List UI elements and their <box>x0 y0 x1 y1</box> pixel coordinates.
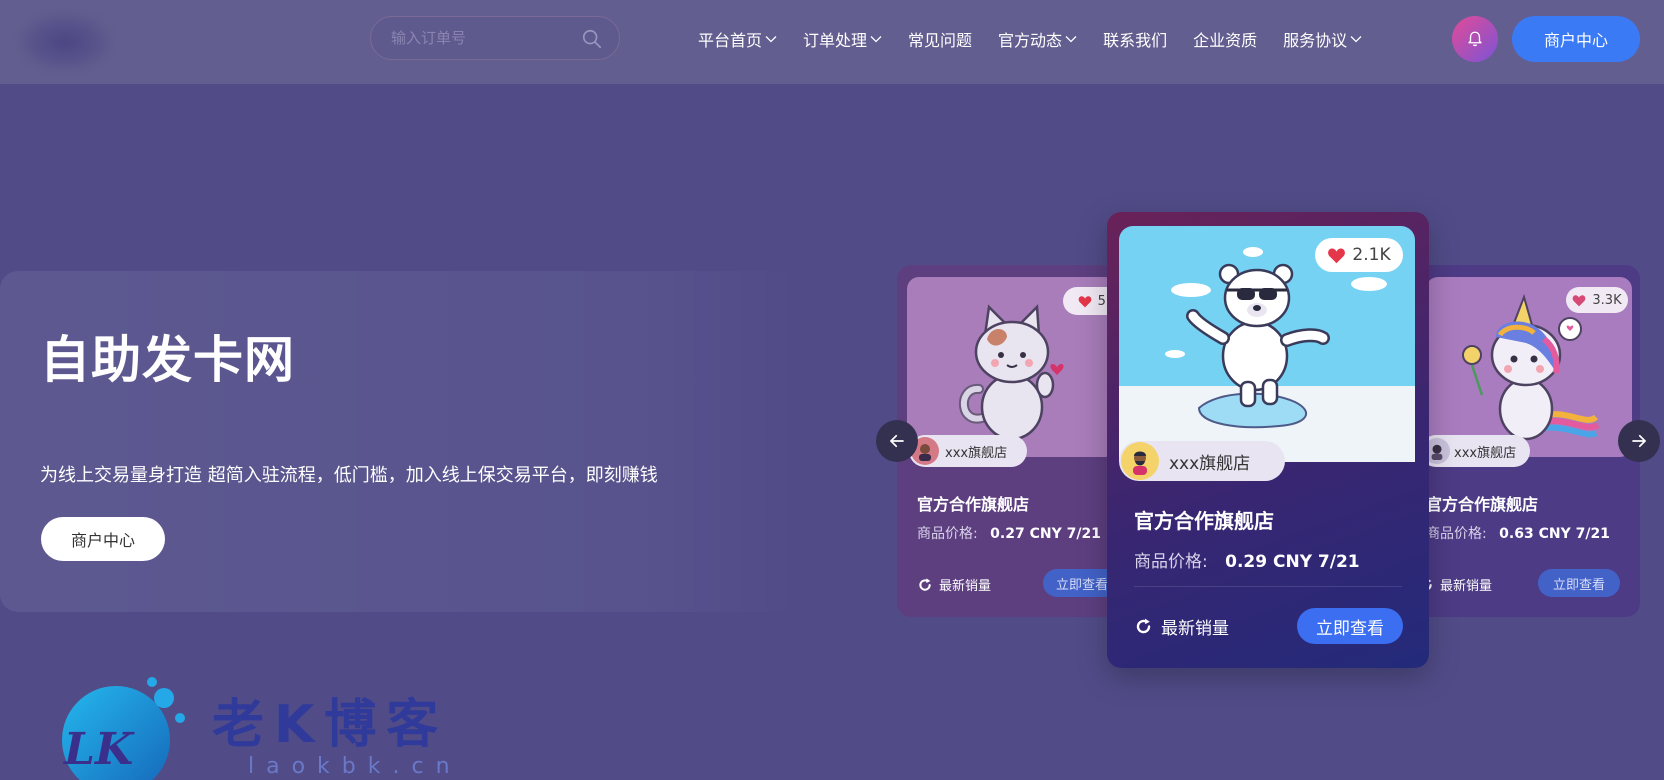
like-count: 2.1K <box>1352 245 1391 265</box>
watermark-url: laokbk.cn <box>248 754 462 779</box>
view-now-button[interactable]: 立即查看 <box>1297 608 1403 644</box>
latest-sales[interactable]: 最新销量 <box>1134 614 1229 639</box>
product-image: 5.3 <box>907 277 1117 457</box>
product-image: 2.1K <box>1119 226 1415 462</box>
price-label: 商品价格: <box>1134 552 1208 572</box>
site-logo[interactable] <box>20 14 110 70</box>
nav-item-contact[interactable]: 联系我们 <box>1103 27 1167 51</box>
search-box <box>370 16 620 60</box>
product-card-right[interactable]: 3.3K xxx旗舰店 官方合作旗舰店 商品价格: 0.63 CNY 7/21 … <box>1414 265 1640 617</box>
nav-item-home[interactable]: 平台首页 <box>698 27 777 51</box>
nav-item-qualification[interactable]: 企业资质 <box>1193 27 1257 51</box>
heart-icon <box>1328 247 1346 263</box>
shop-avatar <box>1121 442 1159 480</box>
like-count: 3.3K <box>1592 292 1622 308</box>
card-title: 官方合作旗舰店 <box>917 495 1030 514</box>
sales-label: 最新销量 <box>939 579 992 594</box>
like-counter[interactable]: 3.3K <box>1566 287 1628 313</box>
nav-item-label: 官方动态 <box>998 31 1063 50</box>
merchant-center-button[interactable]: 商户中心 <box>1512 16 1640 62</box>
chevron-down-icon <box>1350 36 1362 43</box>
card-title: 官方合作旗舰店 <box>1426 495 1539 514</box>
product-card-left[interactable]: 5.3 xxx旗舰店 官方合作旗舰店 商品价格: 0.27 CNY 7/21 最… <box>897 265 1125 617</box>
nav-item-label: 订单处理 <box>803 31 868 50</box>
header: 平台首页 订单处理 常见问题 官方动态 联系我们 企业资质 服务协议 <box>0 0 1664 84</box>
shop-name: xxx旗舰店 <box>1169 453 1251 474</box>
price-value: 0.63 CNY 7/21 <box>1499 526 1610 542</box>
price-label: 商品价格: <box>917 526 978 542</box>
shop-badge[interactable]: xxx旗舰店 <box>1119 441 1285 481</box>
price-row: 商品价格: 0.27 CNY 7/21 <box>917 523 1101 543</box>
chevron-down-icon <box>870 36 882 43</box>
heart-icon <box>1573 294 1586 306</box>
price-row: 商品价格: 0.29 CNY 7/21 <box>1134 547 1360 572</box>
price-row: 商品价格: 0.63 CNY 7/21 <box>1426 523 1610 543</box>
nav-item-label: 企业资质 <box>1193 31 1258 50</box>
carousel-next-button[interactable] <box>1618 420 1660 462</box>
shop-name: xxx旗舰店 <box>945 445 1008 461</box>
nav-item-orders[interactable]: 订单处理 <box>803 27 882 51</box>
nav-item-news[interactable]: 官方动态 <box>998 27 1077 51</box>
carousel-prev-button[interactable] <box>876 420 918 462</box>
refresh-icon <box>919 577 931 591</box>
main-nav: 平台首页 订单处理 常见问题 官方动态 联系我们 企业资质 服务协议 <box>698 0 1388 78</box>
card-title: 官方合作旗舰店 <box>1134 509 1274 533</box>
shop-badge[interactable]: xxx旗舰店 <box>909 435 1027 467</box>
sales-label: 最新销量 <box>1161 619 1229 639</box>
chevron-down-icon <box>1065 36 1077 43</box>
price-label: 商品价格: <box>1426 526 1487 542</box>
hero-title: 自助发卡网 <box>40 331 295 389</box>
search-icon[interactable] <box>581 28 603 50</box>
like-counter[interactable]: 2.1K <box>1315 238 1403 272</box>
search-input[interactable] <box>391 17 571 59</box>
nav-item-faq[interactable]: 常见问题 <box>908 27 972 51</box>
hero-merchant-button[interactable]: 商户中心 <box>41 517 165 561</box>
nav-item-label: 常见问题 <box>908 31 973 50</box>
nav-item-agreement[interactable]: 服务协议 <box>1283 27 1362 51</box>
shop-badge[interactable]: xxx旗舰店 <box>1420 435 1530 467</box>
price-value: 0.29 CNY 7/21 <box>1225 552 1360 572</box>
view-now-button[interactable]: 立即查看 <box>1538 569 1620 597</box>
watermark-name: 老K博客 <box>212 695 449 755</box>
product-image: 3.3K <box>1426 277 1632 457</box>
watermark-logo: LK <box>62 677 185 780</box>
price-value: 0.27 CNY 7/21 <box>990 526 1101 542</box>
latest-sales[interactable]: 最新销量 <box>1418 575 1492 594</box>
bell-icon <box>1468 31 1482 47</box>
arrow-right-icon <box>1632 434 1646 448</box>
heart-icon <box>1078 295 1091 307</box>
nav-item-label: 联系我们 <box>1103 31 1168 50</box>
card-divider <box>1134 586 1402 587</box>
latest-sales[interactable]: 最新销量 <box>917 575 991 594</box>
notification-button[interactable] <box>1452 16 1498 62</box>
sales-label: 最新销量 <box>1440 579 1493 594</box>
product-card-featured[interactable]: 2.1K xxx旗舰店 官方合作旗舰店 商品价格: 0.29 CNY 7/21 … <box>1107 212 1429 668</box>
shop-name: xxx旗舰店 <box>1454 445 1517 461</box>
arrow-left-icon <box>890 434 904 448</box>
refresh-icon <box>1136 618 1151 634</box>
chevron-down-icon <box>765 36 777 43</box>
hero-subtitle: 为线上交易量身打造 超简入驻流程，低门槛，加入线上保交易平台，即刻赚钱 <box>40 465 658 486</box>
svg-text:LK: LK <box>62 724 135 775</box>
nav-item-label: 服务协议 <box>1283 31 1348 50</box>
nav-item-label: 平台首页 <box>698 31 763 50</box>
